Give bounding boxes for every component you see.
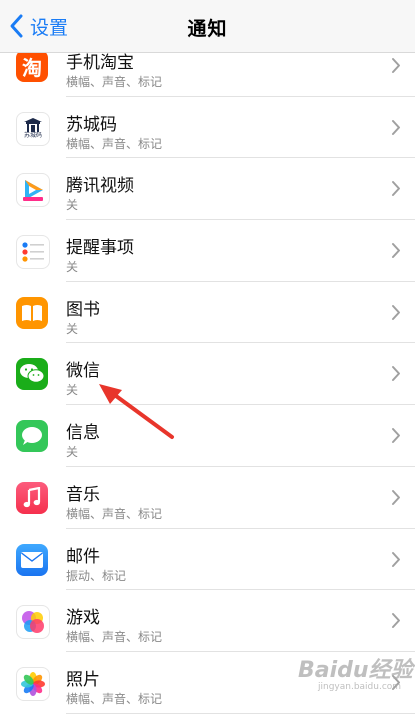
chevron-right-icon — [392, 489, 400, 505]
tencent-video-icon — [16, 173, 50, 208]
game-center-icon — [16, 605, 50, 640]
music-note-icon — [23, 486, 41, 507]
messages-icon — [16, 420, 48, 453]
chevron-right-icon — [392, 58, 400, 73]
gate-icon — [24, 118, 42, 133]
app-notification-list: 淘 手机淘宝 横幅、声音、标记 苏城码 苏城码 横幅、声音、标记 腾讯视频 关 … — [0, 35, 415, 714]
chevron-right-icon — [392, 243, 400, 259]
app-row-game-center[interactable]: 游戏 横幅、声音、标记 — [0, 590, 415, 652]
watermark-url: jingyan.baidu.com — [318, 682, 402, 692]
music-icon — [16, 481, 48, 514]
bubbles-icon — [22, 611, 44, 634]
app-row-wechat[interactable]: 微信 关 — [0, 343, 415, 405]
app-row-music[interactable]: 音乐 横幅、声音、标记 — [0, 467, 415, 529]
app-notification-status: 关 — [66, 445, 79, 460]
app-row-books[interactable]: 图书 关 — [0, 282, 415, 344]
app-name: 音乐 — [66, 484, 100, 505]
suchengma-icon: 苏城码 — [16, 111, 50, 146]
open-book-icon — [22, 304, 42, 321]
watermark-brand: Baidu经验 — [298, 658, 413, 683]
app-row-messages[interactable]: 信息 关 — [0, 405, 415, 467]
page-title: 通知 — [187, 18, 228, 40]
app-name: 游戏 — [66, 608, 100, 629]
app-name: 图书 — [66, 299, 100, 320]
app-notification-status: 关 — [66, 260, 79, 275]
app-row-reminders[interactable]: 提醒事项 关 — [0, 220, 415, 282]
app-name: 信息 — [66, 423, 100, 444]
chevron-right-icon — [392, 181, 400, 197]
chevron-right-icon — [392, 428, 400, 444]
app-notification-status: 横幅、声音、标记 — [66, 691, 163, 706]
app-notification-status: 横幅、声音、标记 — [66, 136, 163, 151]
app-notification-status: 关 — [66, 198, 79, 213]
navigation-bar: 设置 通知 — [0, 0, 415, 53]
photos-icon — [16, 666, 50, 701]
speech-bubble-icon — [22, 427, 42, 446]
app-name: 微信 — [66, 361, 100, 382]
watermark: Baidu经验 jingyan.baidu.com — [288, 648, 413, 700]
app-notification-status: 横幅、声音、标记 — [66, 506, 163, 521]
app-notification-status: 关 — [66, 321, 79, 336]
app-notification-status: 关 — [66, 383, 79, 398]
app-name: 照片 — [66, 669, 100, 690]
reminders-icon — [16, 235, 50, 270]
chevron-right-icon — [392, 613, 400, 629]
chevron-right-icon — [392, 551, 400, 567]
app-name: 腾讯视频 — [66, 176, 134, 197]
books-icon — [16, 296, 48, 329]
flower-icon — [21, 671, 45, 696]
suchengma-icon-text: 苏城码 — [23, 132, 42, 140]
list-dots-icon — [22, 242, 44, 262]
app-name: 提醒事项 — [66, 238, 134, 259]
chevron-right-icon — [392, 119, 400, 135]
taobao-icon-glyph: 淘 — [22, 55, 42, 80]
envelope-icon — [21, 551, 43, 568]
app-notification-status: 振动、标记 — [66, 568, 127, 583]
mail-icon — [16, 543, 48, 576]
chat-bubbles-icon — [20, 364, 45, 384]
app-name: 邮件 — [66, 546, 100, 567]
app-name: 苏城码 — [66, 114, 117, 135]
app-notification-status: 横幅、声音、标记 — [66, 630, 163, 645]
app-row-suchengma[interactable]: 苏城码 苏城码 横幅、声音、标记 — [0, 97, 415, 159]
chevron-right-icon — [392, 304, 400, 320]
app-row-mail[interactable]: 邮件 振动、标记 — [0, 529, 415, 591]
chevron-right-icon — [392, 366, 400, 382]
taobao-icon: 淘 — [16, 50, 48, 82]
app-notification-status: 横幅、声音、标记 — [66, 75, 163, 89]
wechat-icon — [16, 358, 48, 391]
play-icon — [23, 180, 43, 202]
app-row-tencent-video[interactable]: 腾讯视频 关 — [0, 158, 415, 220]
